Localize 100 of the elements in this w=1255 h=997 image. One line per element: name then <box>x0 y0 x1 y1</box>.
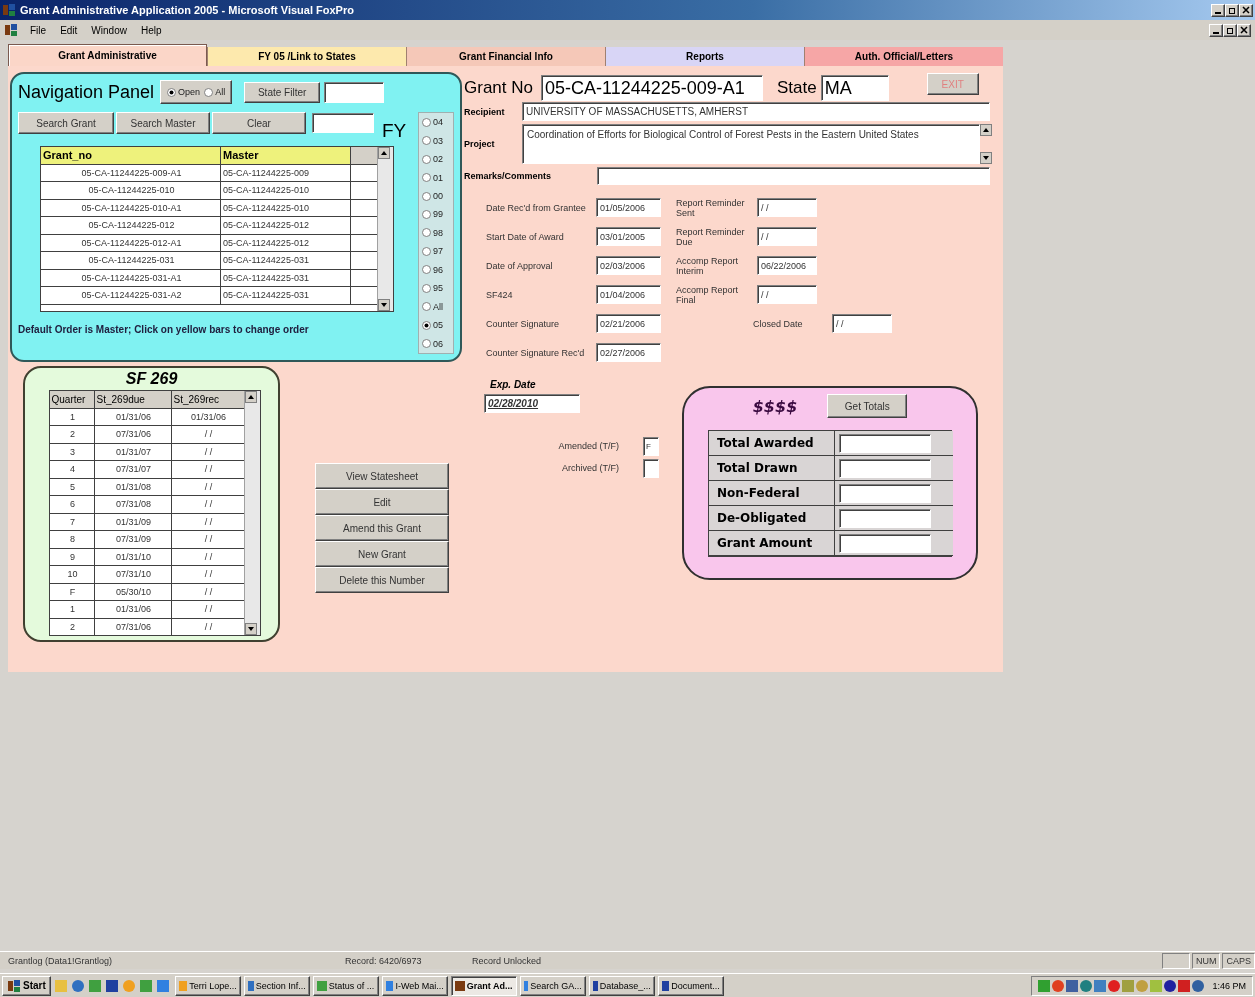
table-cell[interactable]: 5 <box>49 478 95 496</box>
search-button[interactable]: Search Master <box>116 112 210 134</box>
table-cell[interactable]: 05-CA-11244225-031-A2 <box>41 287 221 305</box>
date-field[interactable]: 02/03/2006 <box>596 256 661 275</box>
menu-item[interactable]: File <box>28 24 49 36</box>
radio-button[interactable] <box>204 87 214 97</box>
search-button[interactable]: Clear <box>212 112 306 134</box>
minimize-icon[interactable] <box>1211 3 1225 17</box>
table-cell[interactable]: 07/31/06 <box>94 426 172 444</box>
state-filter-button[interactable]: State Filter <box>244 81 321 103</box>
tab[interactable]: Grant Financial Info <box>406 47 605 66</box>
radio-option[interactable]: 00 <box>422 191 453 202</box>
taskbar-button[interactable]: Status of ... <box>312 975 379 996</box>
taskbar-button[interactable]: Search GA... <box>519 975 586 996</box>
table-cell[interactable]: 1 <box>49 601 95 619</box>
radio-button[interactable] <box>422 117 431 127</box>
date-field[interactable]: / / <box>832 314 892 333</box>
radio-button[interactable] <box>422 228 431 238</box>
project-field[interactable]: Coordination of Efforts for Biological Control of Forest Pests in the Eastern United States <box>522 124 980 164</box>
date-field[interactable]: / / <box>757 198 817 217</box>
table-cell[interactable]: 9 <box>49 548 95 566</box>
table-cell[interactable]: 7 <box>49 513 95 531</box>
table-cell[interactable]: 05-CA-11244225-010 <box>221 199 351 217</box>
flag-field[interactable]: F <box>643 436 659 456</box>
state-field[interactable]: MA <box>820 75 889 101</box>
column-header[interactable]: St_269due <box>94 391 172 409</box>
scrollbar[interactable] <box>377 147 393 311</box>
get-totals-button[interactable]: Get Totals <box>827 394 908 418</box>
taskbar-button[interactable]: Terri Lope... <box>174 975 241 996</box>
table-cell[interactable]: 10 <box>49 566 95 584</box>
table-cell[interactable]: 05-CA-11244225-012 <box>221 234 351 252</box>
search-button[interactable]: Search Grant <box>18 112 114 134</box>
total-field[interactable] <box>839 508 931 528</box>
table-cell[interactable]: 8 <box>49 531 95 549</box>
column-header[interactable]: St_269rec <box>171 391 245 409</box>
radio-button[interactable] <box>167 87 177 97</box>
table-cell[interactable]: F <box>49 583 95 601</box>
grant-number-field[interactable]: 05-CA-11244225-009-A1 <box>541 75 763 101</box>
table-cell[interactable]: 05-CA-11244225-031 <box>41 252 221 270</box>
date-field[interactable]: 01/04/2006 <box>596 285 661 304</box>
table-cell[interactable]: 05-CA-11244225-012-A1 <box>41 234 221 252</box>
taskbar-button[interactable]: Database_... <box>588 975 655 996</box>
scroll-down-icon[interactable] <box>244 623 257 635</box>
table-cell[interactable]: 07/31/10 <box>94 566 172 584</box>
radio-option[interactable]: 06 <box>422 338 453 349</box>
action-button[interactable]: Edit <box>315 489 449 515</box>
remarks-field[interactable] <box>597 167 990 185</box>
total-field[interactable] <box>839 533 931 553</box>
table-cell[interactable]: 05-CA-11244225-010-A1 <box>41 199 221 217</box>
menu-item[interactable]: Edit <box>58 24 80 36</box>
radio-button[interactable] <box>422 283 431 293</box>
table-cell[interactable]: 07/31/06 <box>94 618 172 635</box>
table-cell[interactable]: 6 <box>49 496 95 514</box>
scroll-down-icon[interactable] <box>378 299 390 311</box>
close-icon[interactable] <box>1237 23 1251 37</box>
date-field[interactable]: 06/22/2006 <box>757 256 817 275</box>
date-field[interactable]: 03/01/2005 <box>596 227 661 246</box>
radio-option[interactable]: 98 <box>422 227 453 238</box>
table-cell[interactable]: 05-CA-11244225-009-A1 <box>41 164 221 182</box>
quick-launch-icons-drawing[interactable] <box>53 978 172 993</box>
table-cell[interactable]: 05/30/10 <box>94 583 172 601</box>
radio-option[interactable]: 04 <box>422 117 453 128</box>
table-cell[interactable]: 01/31/08 <box>94 478 172 496</box>
table-cell[interactable]: 3 <box>49 443 95 461</box>
radio-button[interactable] <box>422 210 431 219</box>
tray-icons-drawing[interactable] <box>1038 978 1207 993</box>
radio-button[interactable] <box>422 154 431 164</box>
taskbar-button[interactable]: Grant Ad... <box>450 975 517 996</box>
table-cell[interactable]: 05-CA-11244225-031-A1 <box>41 269 221 287</box>
total-field[interactable] <box>839 483 931 503</box>
tab[interactable]: Grant Administrative <box>8 44 207 66</box>
scroll-up-icon[interactable] <box>980 124 992 136</box>
table-cell[interactable]: 2 <box>49 618 95 635</box>
radio-button[interactable] <box>422 173 431 183</box>
table-cell[interactable]: 01/31/06 <box>94 408 172 426</box>
column-header[interactable]: Grant_no <box>41 147 221 165</box>
date-field[interactable]: / / <box>757 285 817 304</box>
radio-option[interactable]: 02 <box>422 154 453 165</box>
start-button[interactable]: Start <box>2 975 51 996</box>
table-cell[interactable]: 07/31/07 <box>94 461 172 479</box>
radio-button[interactable] <box>422 302 431 312</box>
radio-button[interactable] <box>422 339 431 349</box>
table-cell[interactable]: 01/31/09 <box>94 513 172 531</box>
radio-option[interactable]: All <box>422 301 453 312</box>
radio-button[interactable] <box>422 246 431 256</box>
search-field[interactable] <box>312 113 374 133</box>
action-button[interactable]: Amend this Grant <box>315 515 449 541</box>
radio-option[interactable]: 01 <box>422 172 453 183</box>
radio-option[interactable]: 96 <box>422 264 453 275</box>
menu-item[interactable]: Window <box>89 24 129 36</box>
action-button[interactable]: View Statesheet <box>315 463 449 489</box>
tab[interactable]: Auth. Official/Letters <box>804 47 1003 66</box>
tab[interactable]: FY 05 /Link to States <box>207 47 406 66</box>
table-cell[interactable]: 05-CA-11244225-010 <box>221 182 351 200</box>
table-cell[interactable]: 05-CA-11244225-012 <box>221 217 351 235</box>
radio-button[interactable] <box>422 265 431 275</box>
column-header[interactable]: Quarter <box>49 391 95 409</box>
radio-option[interactable]: All <box>204 87 226 97</box>
restore-icon[interactable] <box>1225 3 1239 17</box>
taskbar-button[interactable]: Section Inf... <box>243 975 310 996</box>
